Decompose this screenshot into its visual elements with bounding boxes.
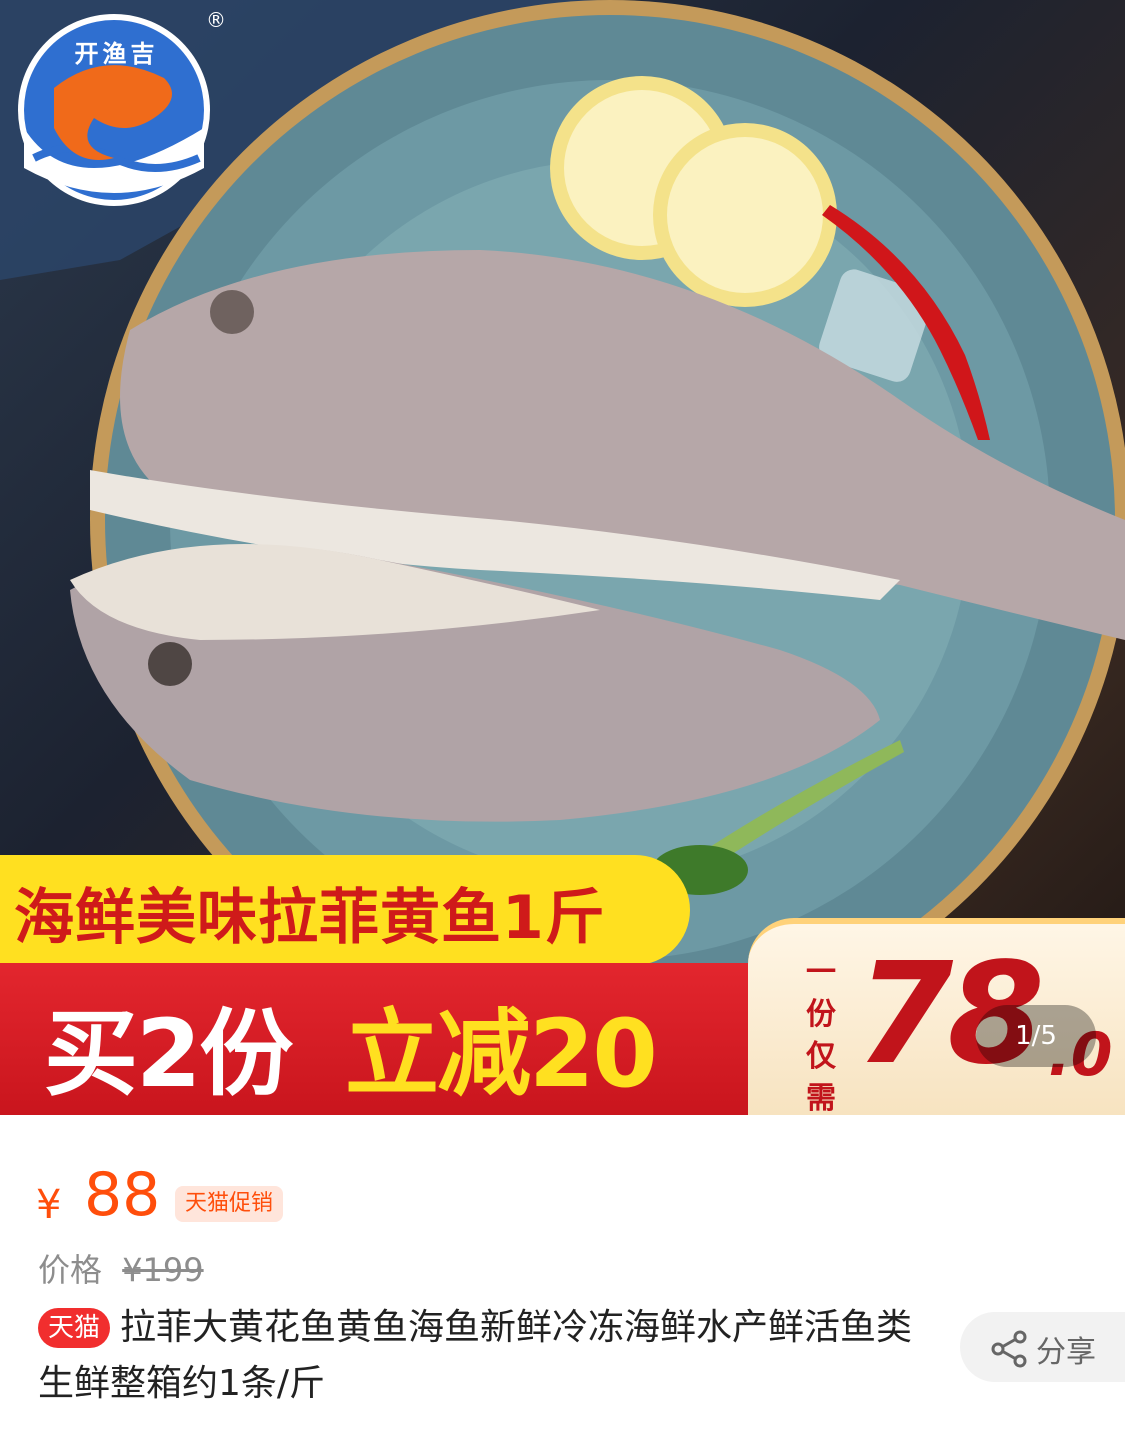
price-label-char: 需 xyxy=(806,1081,836,1115)
promo-discount: 立减20 xyxy=(345,1000,658,1109)
product-title: 天猫 拉菲大黄花鱼黄鱼海鱼新鲜冷冻海鲜水产鲜活鱼类生鲜整箱约1条/斤 xyxy=(38,1300,938,1412)
current-price: 88 xyxy=(84,1160,161,1230)
price-label: 一 份 仅 需 xyxy=(796,952,846,1115)
share-label: 分享 xyxy=(1036,1335,1096,1370)
share-button[interactable]: 分享 xyxy=(960,1312,1125,1382)
headline-banner: 海鲜美味拉菲黄鱼1斤 xyxy=(0,855,690,965)
price-label-char: 一 xyxy=(806,955,836,990)
share-icon xyxy=(991,1330,1027,1368)
currency-symbol: ¥ xyxy=(36,1182,62,1228)
registered-mark: ® xyxy=(206,8,226,32)
brand-name: 开渔吉 xyxy=(74,39,159,68)
promo-prefix: 买2份 xyxy=(44,1000,293,1109)
price-label-char: 份 xyxy=(806,997,836,1032)
price-label-char: 仅 xyxy=(806,1039,836,1074)
original-price-label: 价格 xyxy=(38,1251,103,1289)
lemon-slice xyxy=(653,123,837,307)
headline-text: 海鲜美味拉菲黄鱼1斤 xyxy=(14,883,606,953)
product-title-text: 拉菲大黄花鱼黄鱼海鱼新鲜冷冻海鲜水产鲜活鱼类生鲜整箱约1条/斤 xyxy=(38,1307,913,1404)
original-price-row: 价格 ¥199 xyxy=(38,1245,204,1291)
tmall-badge: 天猫 xyxy=(38,1308,111,1348)
promo-tag[interactable]: 天猫促销 xyxy=(175,1186,284,1222)
product-image-carousel[interactable]: 开渔吉 ® 海鲜美味拉菲黄鱼1斤 买2份 立减20 一 份 仅 需 78 .0 … xyxy=(0,0,1125,1115)
brand-logo: 开渔吉 ® xyxy=(14,8,226,208)
original-price: ¥199 xyxy=(122,1251,204,1289)
image-counter: 1/5 xyxy=(976,1005,1096,1067)
